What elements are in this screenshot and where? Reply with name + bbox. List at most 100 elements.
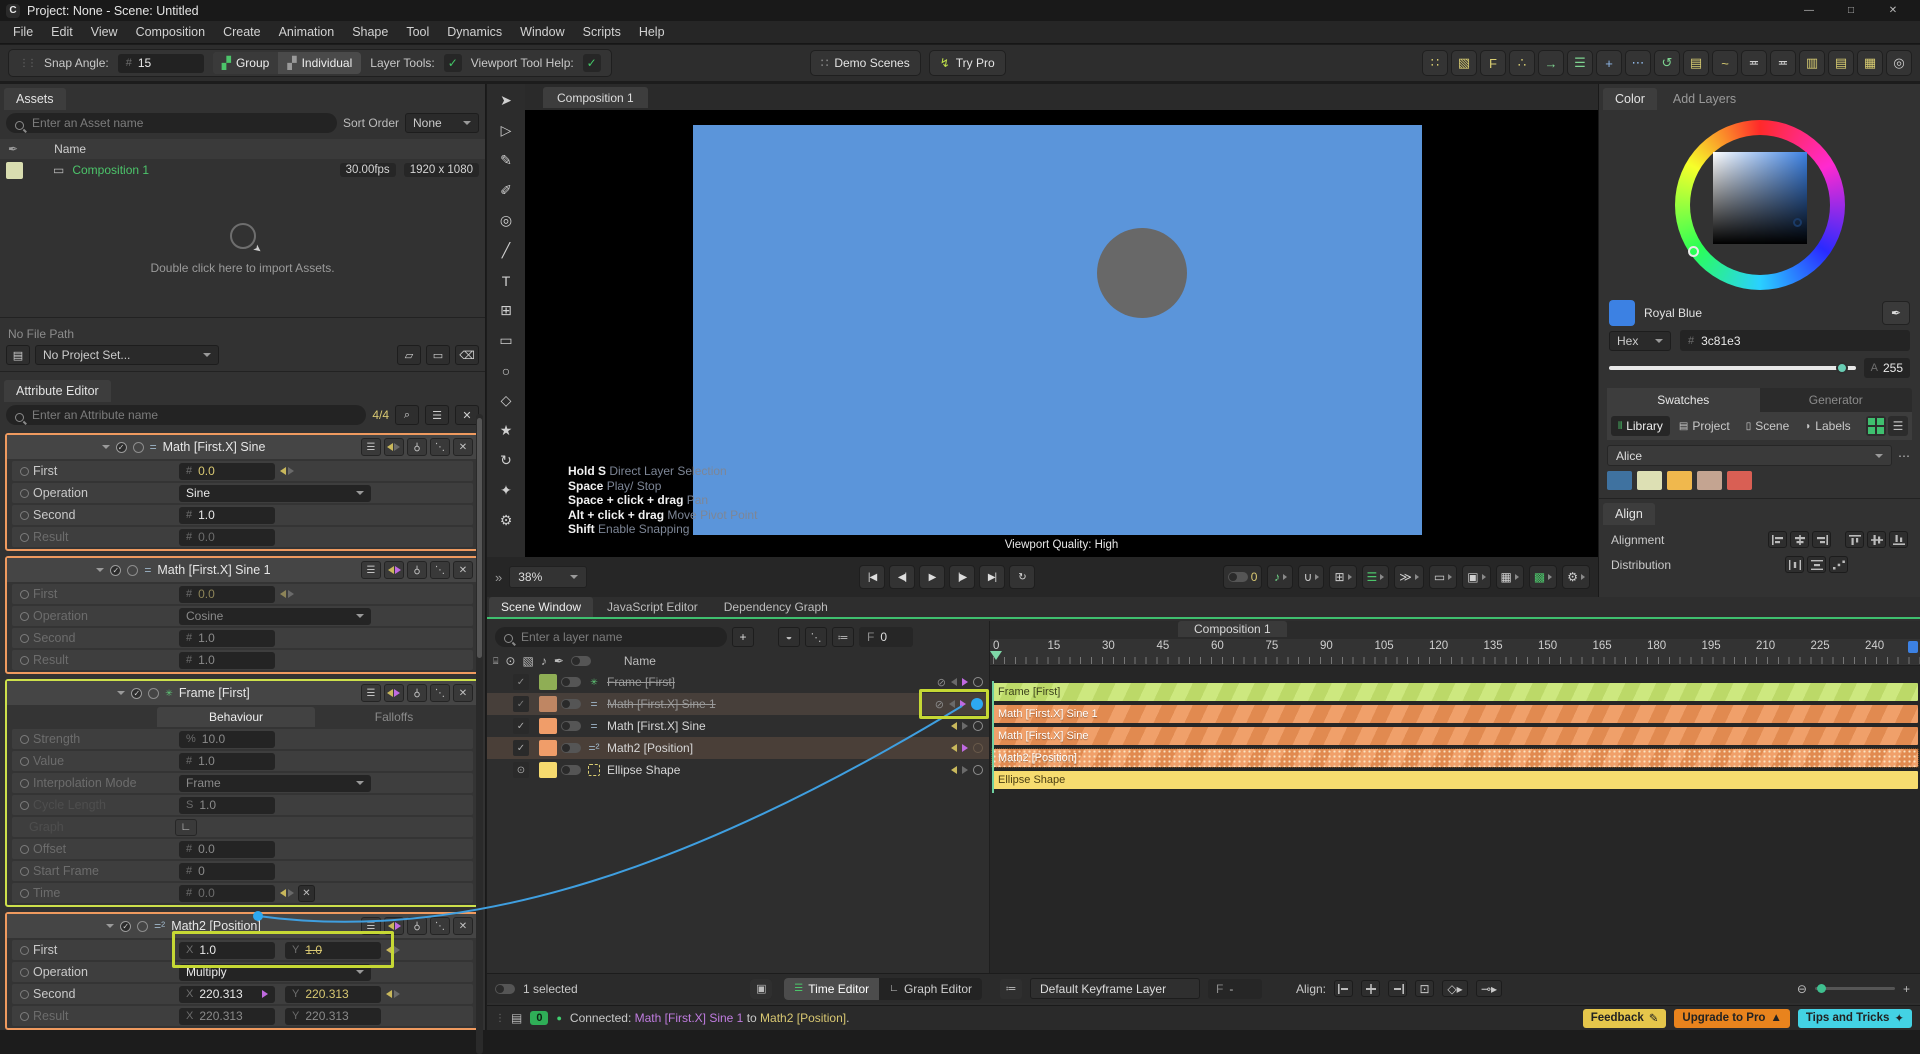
search-plus-icon[interactable]: ⌕ (395, 405, 419, 425)
close-button[interactable]: ✕ (1872, 0, 1914, 21)
skip-icon[interactable]: ≫ (1394, 565, 1424, 589)
align-right-button[interactable] (1812, 531, 1831, 548)
keyframe-nav-icon[interactable] (384, 561, 404, 579)
alpha-field[interactable]: A 255 (1864, 358, 1910, 378)
attr-port-icon[interactable] (20, 867, 29, 876)
offset-a-icon[interactable]: ≖ (1741, 50, 1767, 76)
layer-row-math-sine-1[interactable]: ✓ = Math [First.X] Sine 1 ⊘ (487, 693, 989, 715)
tab-align[interactable]: Align (1603, 503, 1655, 525)
offset-b-icon[interactable]: ≖ (1770, 50, 1796, 76)
kf-snap-button[interactable]: ◇▸ (1442, 980, 1468, 997)
connection-source-dot[interactable] (971, 698, 983, 710)
grid-icon[interactable]: ⊞ (1329, 565, 1356, 589)
close-section-icon[interactable]: ✕ (453, 684, 473, 702)
step-forward-button[interactable]: |▶ (949, 565, 975, 589)
arc-icon[interactable]: ↺ (1654, 50, 1680, 76)
keyframe-ring-icon[interactable] (973, 721, 983, 731)
asset-color-swatch[interactable] (6, 162, 23, 179)
playhead-marker[interactable] (990, 651, 1002, 660)
attr-port-icon[interactable] (20, 467, 29, 476)
viewport-tab-composition[interactable]: Composition 1 (543, 87, 648, 108)
zoom-out-icon[interactable]: ⊖ (1797, 982, 1807, 996)
drag-handle-icon[interactable]: ⋮⋮ (19, 58, 35, 69)
keyframe-arrows[interactable] (386, 990, 400, 998)
dots-row-icon[interactable]: ⋯ (1625, 50, 1651, 76)
checker-icon[interactable]: ▩ (1529, 565, 1557, 589)
filmstrip-icon[interactable]: ▤ (1683, 50, 1709, 76)
pin-icon[interactable]: ⚲ (407, 438, 427, 456)
trash-icon[interactable]: ⌫ (455, 345, 479, 365)
kf-box-button[interactable]: ⊡ (1415, 980, 1434, 997)
labels-button[interactable]: ◗ Labels (1798, 416, 1857, 436)
timeline-bar[interactable]: Math [First.X] Sine (992, 727, 1918, 745)
timeline-bar[interactable]: Ellipse Shape (992, 771, 1918, 789)
prev-keyframe-icon[interactable] (951, 744, 957, 752)
tab-dependency-graph[interactable]: Dependency Graph (712, 597, 840, 617)
layer-row-math-sine[interactable]: ✓ = Math [First.X] Sine (487, 715, 989, 737)
magic-dots-icon[interactable]: ⋱ (430, 917, 450, 935)
layer-toggle-icon[interactable] (561, 677, 581, 687)
layer-toggle-icon[interactable] (561, 721, 581, 731)
stagger-icon[interactable]: ☰ (1567, 50, 1593, 76)
frame-field[interactable]: F- (1208, 979, 1262, 999)
demo-scenes-button[interactable]: ∷ Demo Scenes (810, 50, 921, 76)
layer-color-swatch[interactable] (539, 674, 557, 690)
next-keyframe-icon[interactable] (962, 678, 968, 686)
asset-search-input[interactable] (6, 113, 337, 133)
add-layer-button[interactable]: + (732, 627, 754, 647)
menu-item[interactable]: Tool (399, 22, 436, 42)
attr-port-icon[interactable] (20, 656, 29, 665)
list-minus-icon[interactable]: ☰ (361, 438, 381, 456)
align-center-h-button[interactable] (1790, 531, 1809, 548)
trace-icon[interactable]: ~ (1712, 50, 1738, 76)
collapse-icon[interactable] (117, 691, 125, 695)
first-field[interactable]: # 0.0 (179, 463, 275, 480)
remove-connection-icon[interactable]: ✕ (298, 885, 315, 902)
list-view-button[interactable]: ☰ (1888, 416, 1908, 436)
move-cross-icon[interactable]: + (1596, 50, 1622, 76)
asset-name[interactable]: Composition 1 (72, 163, 149, 177)
menu-item[interactable]: Window (513, 22, 571, 42)
distribute-h-button[interactable] (1785, 556, 1804, 573)
solo-icon[interactable] (137, 921, 148, 932)
sv-indicator[interactable] (1793, 218, 1802, 227)
snap-angle-field[interactable]: # 15 (118, 54, 204, 73)
pen-tool[interactable]: ✐ (491, 176, 521, 205)
second-x-field[interactable]: X 220.313 (179, 986, 275, 1003)
layers-icon[interactable]: ☰ (1362, 565, 1390, 589)
enabled-check-icon[interactable]: ✓ (116, 442, 127, 453)
layer-tools-checkbox[interactable]: ✓ (444, 54, 462, 72)
more-tools-icon[interactable]: » (495, 570, 501, 585)
error-count-badge[interactable]: 0 (530, 1011, 548, 1025)
line-tool[interactable]: ╱ (491, 236, 521, 265)
stack-icon[interactable]: ▣ (1462, 565, 1490, 589)
folder-icon[interactable]: ▱ (397, 345, 421, 365)
direct-select-tool[interactable]: ▷ (491, 116, 521, 145)
transform-tool[interactable]: ⊞ (491, 296, 521, 325)
enabled-check-icon[interactable]: ✓ (513, 696, 529, 712)
rows-icon[interactable]: ▤ (1828, 50, 1854, 76)
asset-row[interactable]: ▭ Composition 1 30.00fps 1920 x 1080 (0, 159, 485, 181)
pin-icon[interactable]: ⚲ (407, 917, 427, 935)
enabled-check-icon[interactable]: ✓ (110, 565, 121, 576)
viewport-tool-help-checkbox[interactable]: ✓ (583, 54, 601, 72)
settings-tool[interactable]: ⚙ (491, 506, 521, 535)
rectangle-tool[interactable]: ▭ (491, 326, 521, 355)
second-y-field[interactable]: Y 220.313 (285, 986, 381, 1003)
timeline-bar[interactable]: Math2 [Position] (992, 749, 1918, 767)
grid-icon[interactable]: ▦ (1857, 50, 1883, 76)
kf-align-center-button[interactable] (1361, 980, 1380, 997)
ellipse-tool[interactable]: ○ (491, 356, 521, 385)
copy-icon[interactable]: ▦ (1496, 565, 1524, 589)
cube-icon[interactable]: ▧ (1451, 50, 1477, 76)
layer-search-input[interactable] (495, 627, 727, 647)
layer-toggle-icon[interactable] (561, 765, 581, 775)
solo-icon[interactable] (148, 688, 159, 699)
menu-item[interactable]: Composition (129, 22, 212, 42)
keyframe-arrows[interactable] (280, 467, 294, 475)
ellipse-shape[interactable] (1097, 228, 1187, 318)
frame-counter[interactable]: 0 (1223, 565, 1263, 589)
to-end-button[interactable]: ▶| (979, 565, 1005, 589)
scene-swatches-button[interactable]: ▯ Scene (1739, 416, 1797, 436)
project-select[interactable]: No Project Set... (35, 345, 219, 365)
